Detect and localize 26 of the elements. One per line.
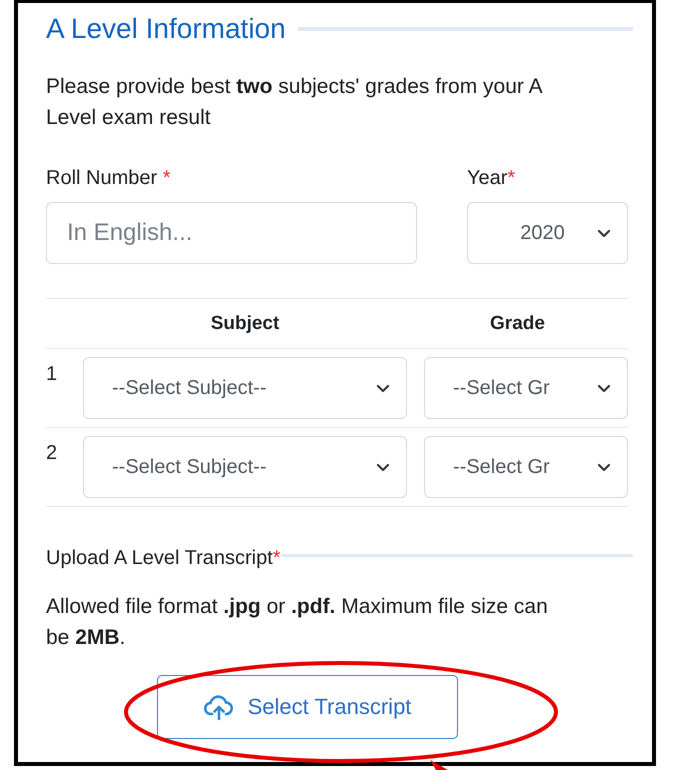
row-number: 2 — [46, 442, 58, 464]
field-label: Year — [467, 167, 508, 189]
file-requirements-text: Allowed file format .jpg or .pdf. Maximum file size can be 2MB. — [46, 594, 549, 651]
required-asterisk: * — [272, 547, 281, 571]
instruction-text: Please provide best two subjects' grades from your A Level exam result — [46, 74, 543, 131]
select-transcript-button[interactable]: Select Transcript — [157, 675, 458, 739]
roll-number-field[interactable]: In English... — [46, 202, 417, 264]
field-label: Roll Number — [46, 167, 158, 189]
row-number: 1 — [46, 363, 58, 385]
section-title: A Level Information — [46, 13, 286, 45]
chevron-down-icon — [597, 462, 611, 472]
subject-select[interactable]: --Select Subject-- — [83, 357, 407, 419]
grade-select[interactable]: --Select Gr — [424, 436, 628, 498]
subject-select[interactable]: --Select Subject-- — [83, 436, 407, 498]
grade-select[interactable]: --Select Gr — [424, 357, 628, 419]
field-label: Upload A Level Transcript — [46, 547, 273, 571]
column-header: Grade — [490, 312, 545, 334]
chevron-down-icon — [376, 384, 390, 392]
chevron-down-icon — [597, 228, 611, 238]
column-header: Subject — [210, 312, 280, 334]
year-select[interactable]: 2020 — [467, 202, 628, 264]
chevron-down-icon — [597, 384, 611, 392]
required-asterisk: * — [507, 167, 516, 189]
cloud-upload-icon — [204, 694, 234, 720]
required-asterisk: * — [162, 167, 171, 189]
chevron-down-icon — [376, 462, 390, 472]
